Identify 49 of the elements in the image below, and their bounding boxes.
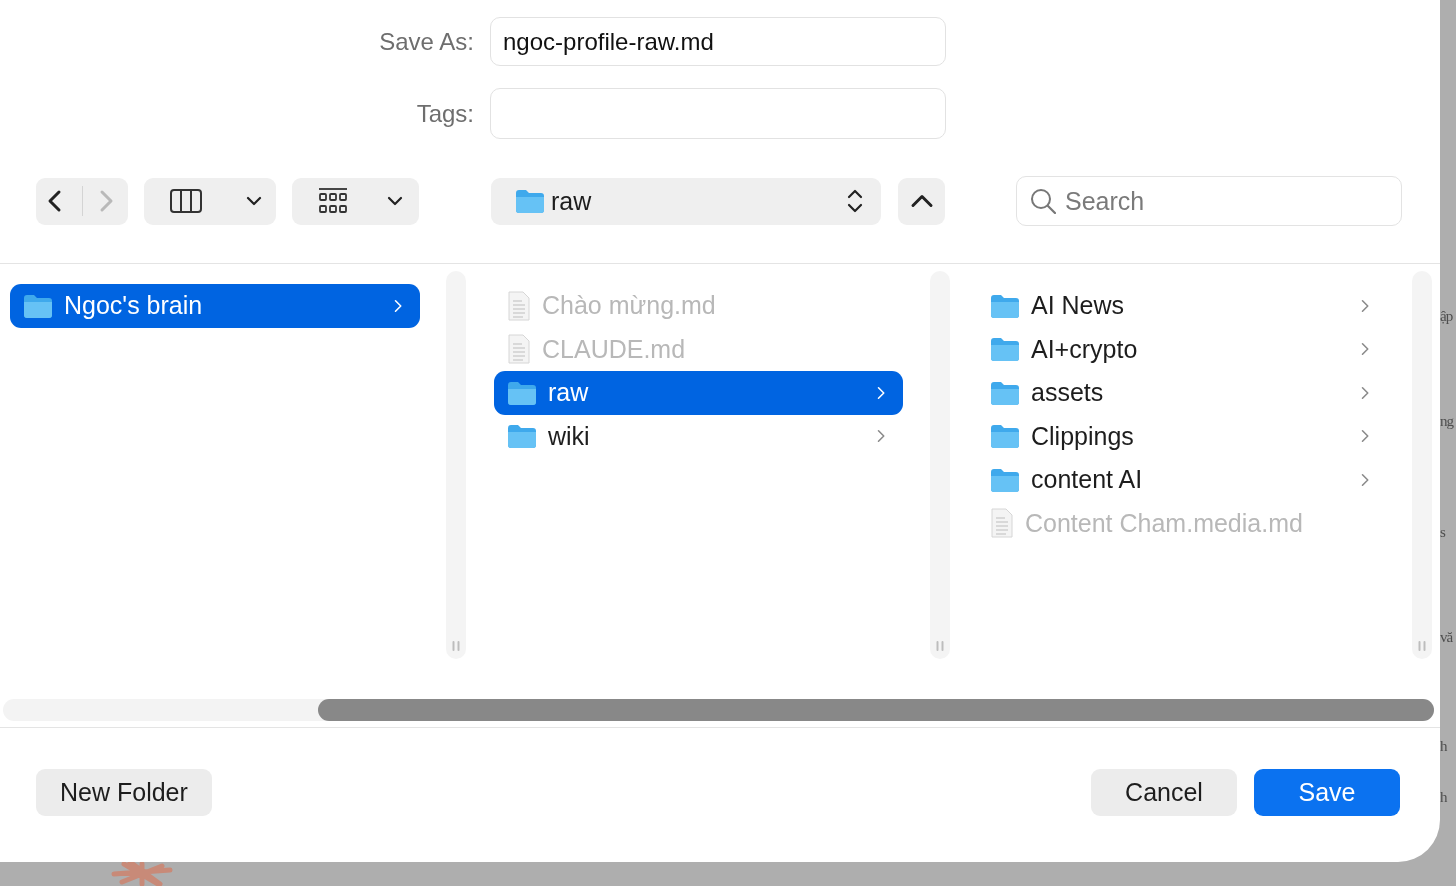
columns-view-icon: [170, 189, 202, 213]
document-icon: [507, 334, 531, 365]
folder-icon: [515, 189, 545, 213]
resize-grip-icon: [452, 641, 460, 651]
resize-grip-icon: [936, 641, 944, 651]
folder-icon: [507, 424, 537, 449]
save-as-label: Save As:: [378, 27, 474, 56]
horizontal-scrollbar[interactable]: [3, 699, 1434, 721]
folder-icon: [990, 380, 1020, 405]
folder-item[interactable]: wiki: [494, 414, 903, 458]
column-scroll-track[interactable]: [1412, 271, 1432, 659]
background-text: h: [1440, 789, 1448, 804]
folder-item[interactable]: Ngoc's brain: [10, 284, 420, 328]
document-icon: [507, 290, 531, 321]
document-icon: [990, 508, 1014, 539]
folder-icon: [990, 467, 1020, 492]
background-text: h: [1440, 738, 1448, 753]
cancel-button[interactable]: Cancel: [1091, 769, 1237, 816]
folder-icon: [23, 293, 53, 318]
background-text: ập: [1440, 308, 1454, 323]
save-button[interactable]: Save: [1254, 769, 1400, 816]
tags-field[interactable]: [490, 88, 946, 139]
column-scroll-track[interactable]: [446, 271, 466, 659]
folder-item[interactable]: AI+crypto: [977, 327, 1387, 371]
background-text: vă: [1440, 629, 1454, 644]
search-icon: [1030, 188, 1056, 214]
parent-folder-button[interactable]: [898, 177, 945, 225]
scrollbar-thumb[interactable]: [318, 699, 1434, 721]
folder-item[interactable]: raw: [494, 371, 903, 415]
location-dropdown[interactable]: raw: [491, 177, 881, 225]
folder-item[interactable]: Clippings: [977, 414, 1387, 458]
search-field[interactable]: Search: [1016, 176, 1402, 226]
folder-item[interactable]: AI News: [977, 284, 1387, 328]
folder-icon: [990, 293, 1020, 318]
folder-icon: [990, 337, 1020, 362]
asterisk-icon: [110, 862, 174, 886]
file-name-field[interactable]: ngoc-profile-raw.md: [490, 17, 946, 66]
resize-grip-icon: [1418, 641, 1426, 651]
tags-label: Tags:: [415, 99, 474, 128]
folder-icon: [990, 424, 1020, 449]
background-text: ng: [1440, 413, 1455, 428]
folder-item[interactable]: assets: [977, 371, 1387, 415]
column-scroll-track[interactable]: [930, 271, 950, 659]
background-text: s: [1440, 524, 1447, 539]
up-down-chevron-icon: [847, 188, 863, 214]
new-folder-button[interactable]: New Folder: [36, 769, 212, 816]
folder-item[interactable]: content AI: [977, 458, 1387, 502]
folder-icon: [507, 380, 537, 405]
grid-view-icon: [318, 187, 348, 215]
